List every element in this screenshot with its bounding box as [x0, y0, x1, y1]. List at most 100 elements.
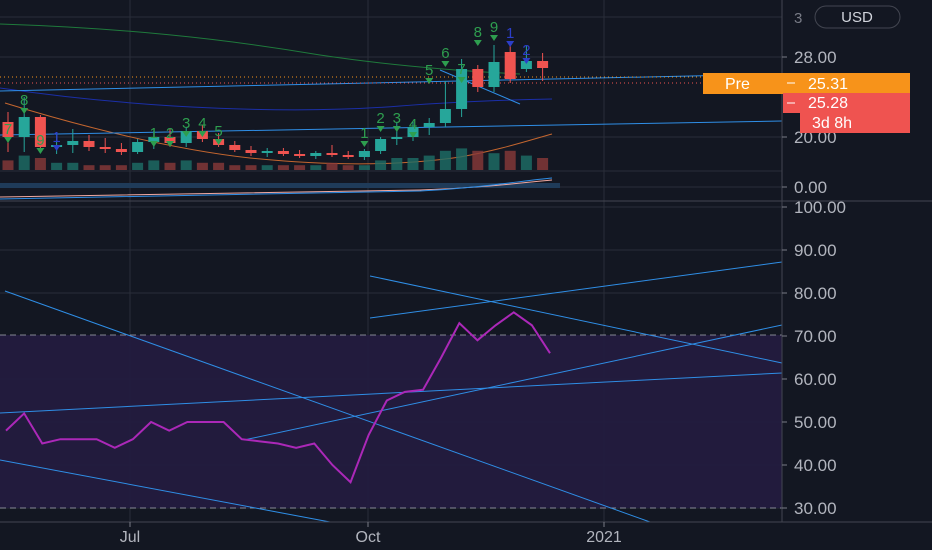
candle-body: [277, 151, 289, 154]
td-count-label: 7: [4, 121, 12, 138]
volume-bar: [196, 162, 208, 170]
td-count-label: 9: [36, 132, 44, 149]
td-count-label: 7: [457, 61, 465, 78]
pre-market-badge: Pre 25.31: [703, 73, 910, 94]
price-tick-label: 0.00: [794, 178, 827, 197]
td-count-label: 4: [409, 116, 417, 133]
rsi-tick-label: 100.00: [794, 198, 846, 217]
volume-bar: [504, 150, 516, 170]
volume-bar: [358, 165, 370, 170]
td-count-label: 1: [506, 25, 514, 42]
volume-bar: [520, 155, 532, 170]
volume-bar: [537, 158, 549, 170]
volume-bar: [423, 155, 435, 170]
td-count-label: 4: [198, 115, 206, 132]
candle-body: [132, 142, 144, 152]
td-count-label: 5: [214, 123, 222, 140]
volume-bar: [277, 165, 289, 170]
volume-bar: [375, 160, 387, 170]
candle-body: [488, 62, 500, 87]
volume-bar: [67, 162, 79, 170]
candle-body: [245, 150, 257, 153]
volume-bar: [310, 165, 322, 170]
volume-bar: [456, 148, 468, 170]
td-count-label: 9: [490, 19, 498, 36]
volume-bar: [51, 162, 63, 170]
price-axis-top-partial-tick: 3: [794, 10, 802, 27]
td-count-label: 1: [360, 125, 368, 142]
rsi-tick-label: 70.00: [794, 327, 837, 346]
candle-body: [67, 141, 79, 145]
volume-bar: [164, 162, 176, 170]
volume-bar: [488, 153, 500, 170]
volume-bar: [407, 158, 419, 170]
rsi-tick-label: 50.00: [794, 413, 837, 432]
candle-body: [229, 145, 241, 150]
volume-bar: [261, 165, 273, 170]
td-count-label: 2: [522, 42, 530, 59]
td-count-label: 2: [166, 125, 174, 142]
volume-bar: [342, 165, 354, 170]
volume-bar: [99, 165, 111, 170]
candle-body: [537, 61, 549, 68]
rsi-tick-label: 80.00: [794, 284, 837, 303]
time-tick-label: 2021: [586, 529, 622, 546]
volume-bar: [132, 162, 144, 170]
time-tick-label: Oct: [356, 529, 381, 546]
td-count-label: 8: [20, 92, 28, 109]
chart-canvas: 789 1 1 23 4 5 12 3 45678 9 12 28.0020.000.00100.0…: [0, 0, 932, 550]
volume-bar: [391, 158, 403, 170]
candle-body: [504, 52, 516, 79]
candle-body: [391, 137, 403, 139]
time-tick-label: Jul: [120, 529, 140, 546]
volume-bar: [326, 162, 338, 170]
td-count-label: 3: [182, 115, 190, 132]
volume-bar: [34, 158, 46, 170]
volume-bar: [18, 155, 30, 170]
td-count-label: 3: [393, 110, 401, 127]
volume-bar: [213, 162, 225, 170]
candle-body: [294, 154, 306, 156]
volume-bar: [472, 150, 484, 170]
candle-body: [261, 151, 273, 153]
rsi-tick-label: 30.00: [794, 499, 837, 518]
rsi-tick-label: 40.00: [794, 456, 837, 475]
candle-body: [472, 69, 484, 87]
candle-body: [83, 141, 95, 147]
td-count-label: 6: [441, 45, 449, 62]
candle-body: [423, 123, 435, 127]
volume-bar: [115, 165, 127, 170]
countdown-badge: 3d 8h: [800, 113, 910, 133]
pre-market-label: Pre: [725, 76, 750, 93]
price-tick-label: 28.00: [794, 48, 837, 67]
volume-bar: [294, 165, 306, 170]
candle-body: [326, 153, 338, 155]
td-count-label: 1: [52, 129, 60, 146]
volume-bar: [439, 150, 451, 170]
volume-bar: [180, 160, 192, 170]
candle-body: [375, 139, 387, 151]
volume-bar: [83, 165, 95, 170]
candle-body: [310, 153, 322, 156]
rsi-tick-label: 60.00: [794, 370, 837, 389]
candle-body: [99, 147, 111, 149]
pre-market-price: 25.31: [808, 76, 848, 93]
td-count-label: 5: [425, 62, 433, 79]
candle-body: [115, 149, 127, 152]
currency-label: USD: [841, 9, 873, 26]
td-count-label: 1: [150, 125, 158, 142]
volume-bar: [245, 165, 257, 170]
volume-bar: [148, 160, 160, 170]
volume-bar: [229, 165, 241, 170]
countdown-value: 3d 8h: [812, 115, 852, 132]
td-count-label: 2: [376, 110, 384, 127]
rsi-tick-label: 90.00: [794, 241, 837, 260]
candle-body: [358, 151, 370, 157]
last-price-value: 25.28: [808, 95, 848, 112]
candle-body: [342, 155, 354, 157]
candle-body: [439, 109, 451, 123]
volume-bar: [2, 160, 14, 170]
td-count-label: 8: [474, 24, 482, 41]
last-price-badge: 25.28: [783, 93, 910, 113]
candle-body: [18, 117, 30, 137]
